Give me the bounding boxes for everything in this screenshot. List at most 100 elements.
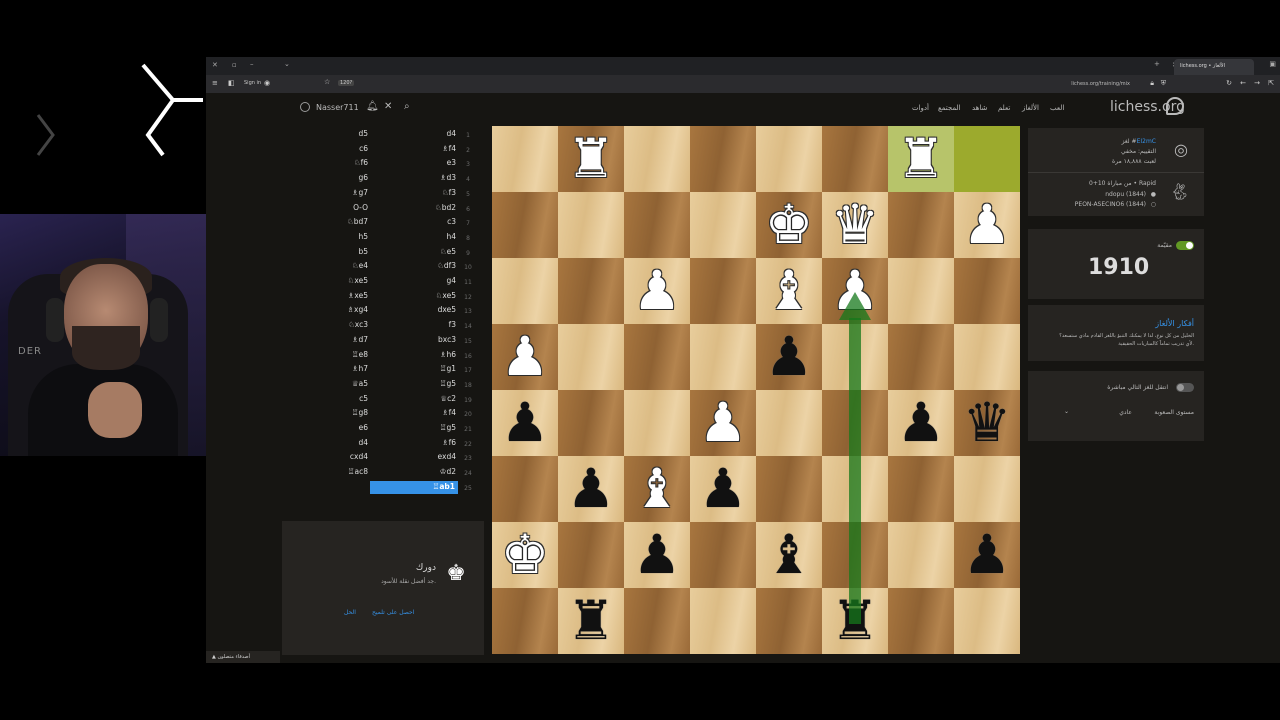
chevron-down-icon[interactable]: ⌄ — [284, 60, 290, 68]
black-move[interactable]: d5 — [358, 129, 368, 138]
player-1[interactable]: ndopu (1844) — [1105, 191, 1146, 198]
white-move[interactable]: ♗f6 — [442, 438, 456, 447]
white-move[interactable]: g4 — [446, 276, 456, 285]
white-move[interactable]: ♔d2 — [440, 467, 456, 476]
minimize-icon[interactable]: – — [250, 60, 254, 68]
solution-link[interactable]: الحل — [344, 609, 356, 616]
hint-link[interactable]: احصل على تلميح — [372, 609, 414, 616]
black-move[interactable]: b5 — [358, 247, 368, 256]
black-move[interactable]: ♗d7 — [352, 335, 368, 344]
source-game[interactable]: من مباراة 10+0 • Rapid — [1089, 180, 1156, 187]
sidebar-icon[interactable]: ◧ — [228, 79, 235, 87]
signin-button[interactable]: Sign in — [244, 80, 261, 86]
black-move[interactable]: ♖e8 — [352, 350, 368, 359]
nav-learn[interactable]: تعلم — [998, 104, 1010, 112]
black-move[interactable]: c6 — [359, 144, 368, 153]
nav-community[interactable]: المجتمع — [938, 104, 961, 112]
player-2[interactable]: PEON-ASECINO6 (1844) — [1075, 201, 1146, 208]
white-move[interactable]: ♘f3 — [442, 188, 456, 197]
star-icon[interactable]: ☆ — [324, 78, 330, 86]
black-move[interactable]: e6 — [359, 423, 368, 432]
white-move[interactable]: ♕c2 — [440, 394, 456, 403]
move-list: 1 d4 d5 2 ♗f4 c6 3 e3 ♘f6 4 ♗d3 g6 5 ♘f3 ♗g7 6 ♘bd2 O-O 7 c… — [282, 129, 482, 509]
white-move[interactable]: ♖g1 — [440, 364, 456, 373]
nav-watch[interactable]: شاهد — [972, 104, 987, 112]
lock-icon[interactable]: 🔒︎ — [1150, 79, 1154, 88]
black-move[interactable]: cxd4 — [350, 452, 368, 461]
black-move[interactable]: ♖ac8 — [348, 467, 368, 476]
url-field[interactable]: lichess.org/training/mix — [1071, 81, 1130, 87]
reload-icon[interactable]: ↻ — [1226, 79, 1232, 87]
white-move[interactable]: h4 — [446, 232, 456, 241]
white-move[interactable]: ♘bd2 — [435, 203, 456, 212]
white-move[interactable]: ♗f4 — [442, 408, 456, 417]
black-move[interactable]: ♗xe5 — [348, 291, 368, 300]
white-move[interactable]: exd4 — [438, 452, 456, 461]
online-friends-bar[interactable]: ▲ أصدقاء متصلون — [206, 651, 280, 663]
black-king-icon: ♚ — [446, 561, 466, 586]
black-move[interactable]: ♖g8 — [352, 408, 368, 417]
white-move[interactable]: ♗f4 — [442, 144, 456, 153]
forward-icon[interactable]: → — [1254, 79, 1260, 87]
window-icon[interactable]: ▫ — [232, 61, 237, 69]
tab-menu-icon[interactable]: ▣ — [1269, 60, 1276, 68]
black-move[interactable]: ♘f6 — [354, 158, 368, 167]
knight-logo-icon[interactable] — [1166, 97, 1184, 115]
chevron-down-icon[interactable]: ⌄ — [1064, 408, 1069, 415]
menu-icon[interactable]: ≡ — [212, 79, 218, 87]
black-move[interactable]: d4 — [358, 438, 368, 447]
close-icon[interactable]: ✕ — [212, 61, 218, 69]
chess-board[interactable]: ♜♜♚♛♟♟♝♟♟♟♟♟♟♛♟♝♟♚♟♝♟♜♜ — [492, 126, 1020, 654]
back-icon[interactable]: ← — [1240, 79, 1246, 87]
black-move[interactable]: ♘bd7 — [347, 217, 368, 226]
tab-lichess[interactable]: lichess.org • الألغاز — [1174, 59, 1254, 75]
user-menu[interactable]: Nasser711 — [300, 102, 359, 112]
difficulty-select[interactable]: عادي — [1119, 409, 1132, 416]
white-move[interactable]: c3 — [447, 217, 456, 226]
white-move[interactable]: dxe5 — [438, 305, 456, 314]
black-move[interactable]: h5 — [358, 232, 368, 241]
black-move[interactable]: ♗g7 — [352, 188, 368, 197]
black-move[interactable]: O-O — [353, 203, 368, 212]
rated-toggle[interactable] — [1176, 241, 1194, 250]
white-move[interactable]: ♖g5 — [440, 379, 456, 388]
nav-play[interactable]: العب — [1050, 104, 1064, 112]
current-move-highlight[interactable]: ♖ab1 — [370, 480, 458, 494]
black-move[interactable]: ♕a5 — [352, 379, 368, 388]
move-number: 17 — [464, 367, 472, 375]
black-move[interactable]: g6 — [358, 173, 368, 182]
black-move[interactable]: ♘xe5 — [348, 276, 368, 285]
white-move[interactable]: ♘df3 — [437, 261, 456, 270]
jump-next-label: انتقل للغز التالي مباشرة — [1107, 384, 1168, 391]
themes-link[interactable]: أفكار الألغاز — [1155, 319, 1194, 328]
white-move[interactable]: bxc3 — [438, 335, 456, 344]
account-icon[interactable]: ◉ — [264, 79, 270, 87]
black-move[interactable]: ♘e4 — [352, 261, 368, 270]
jump-next-toggle[interactable] — [1176, 383, 1194, 392]
white-move[interactable]: f3 — [449, 320, 456, 329]
close-icon[interactable]: ✕ — [384, 101, 392, 112]
puzzle-id-link[interactable]: EI2mC — [1137, 138, 1156, 145]
tab-count-badge[interactable]: 120? — [338, 80, 355, 86]
white-move[interactable]: ♗d3 — [440, 173, 456, 182]
shield-icon[interactable]: ⛨ — [1161, 79, 1166, 88]
puzzle-plays: لعبت ١٨,٨٨٨ مرة — [1112, 158, 1156, 165]
black-move[interactable]: ♘xc3 — [348, 320, 368, 329]
nav-tools[interactable]: أدوات — [912, 104, 929, 112]
nav-puzzles[interactable]: الألغاز — [1022, 104, 1039, 112]
white-move[interactable]: ♘xe5 — [436, 291, 456, 300]
black-dot-icon: ● — [1150, 191, 1156, 198]
black-move[interactable]: ♗xg4 — [347, 305, 368, 314]
white-move[interactable]: ♘e5 — [440, 247, 456, 256]
white-move[interactable]: ♗h6 — [440, 350, 456, 359]
search-icon[interactable]: ⌕ — [404, 101, 410, 112]
new-tab-icon[interactable]: + — [1154, 60, 1160, 68]
bell-icon[interactable]: 🔔︎ — [366, 101, 379, 112]
white-move[interactable]: e3 — [447, 158, 456, 167]
white-move[interactable]: d4 — [446, 129, 456, 138]
user-rating-value: 1910 — [1088, 255, 1150, 280]
black-move[interactable]: ♗h7 — [352, 364, 368, 373]
white-move[interactable]: ♖g5 — [440, 423, 456, 432]
black-move[interactable]: c5 — [359, 394, 368, 403]
extensions-icon[interactable]: ⇱ — [1268, 79, 1274, 87]
